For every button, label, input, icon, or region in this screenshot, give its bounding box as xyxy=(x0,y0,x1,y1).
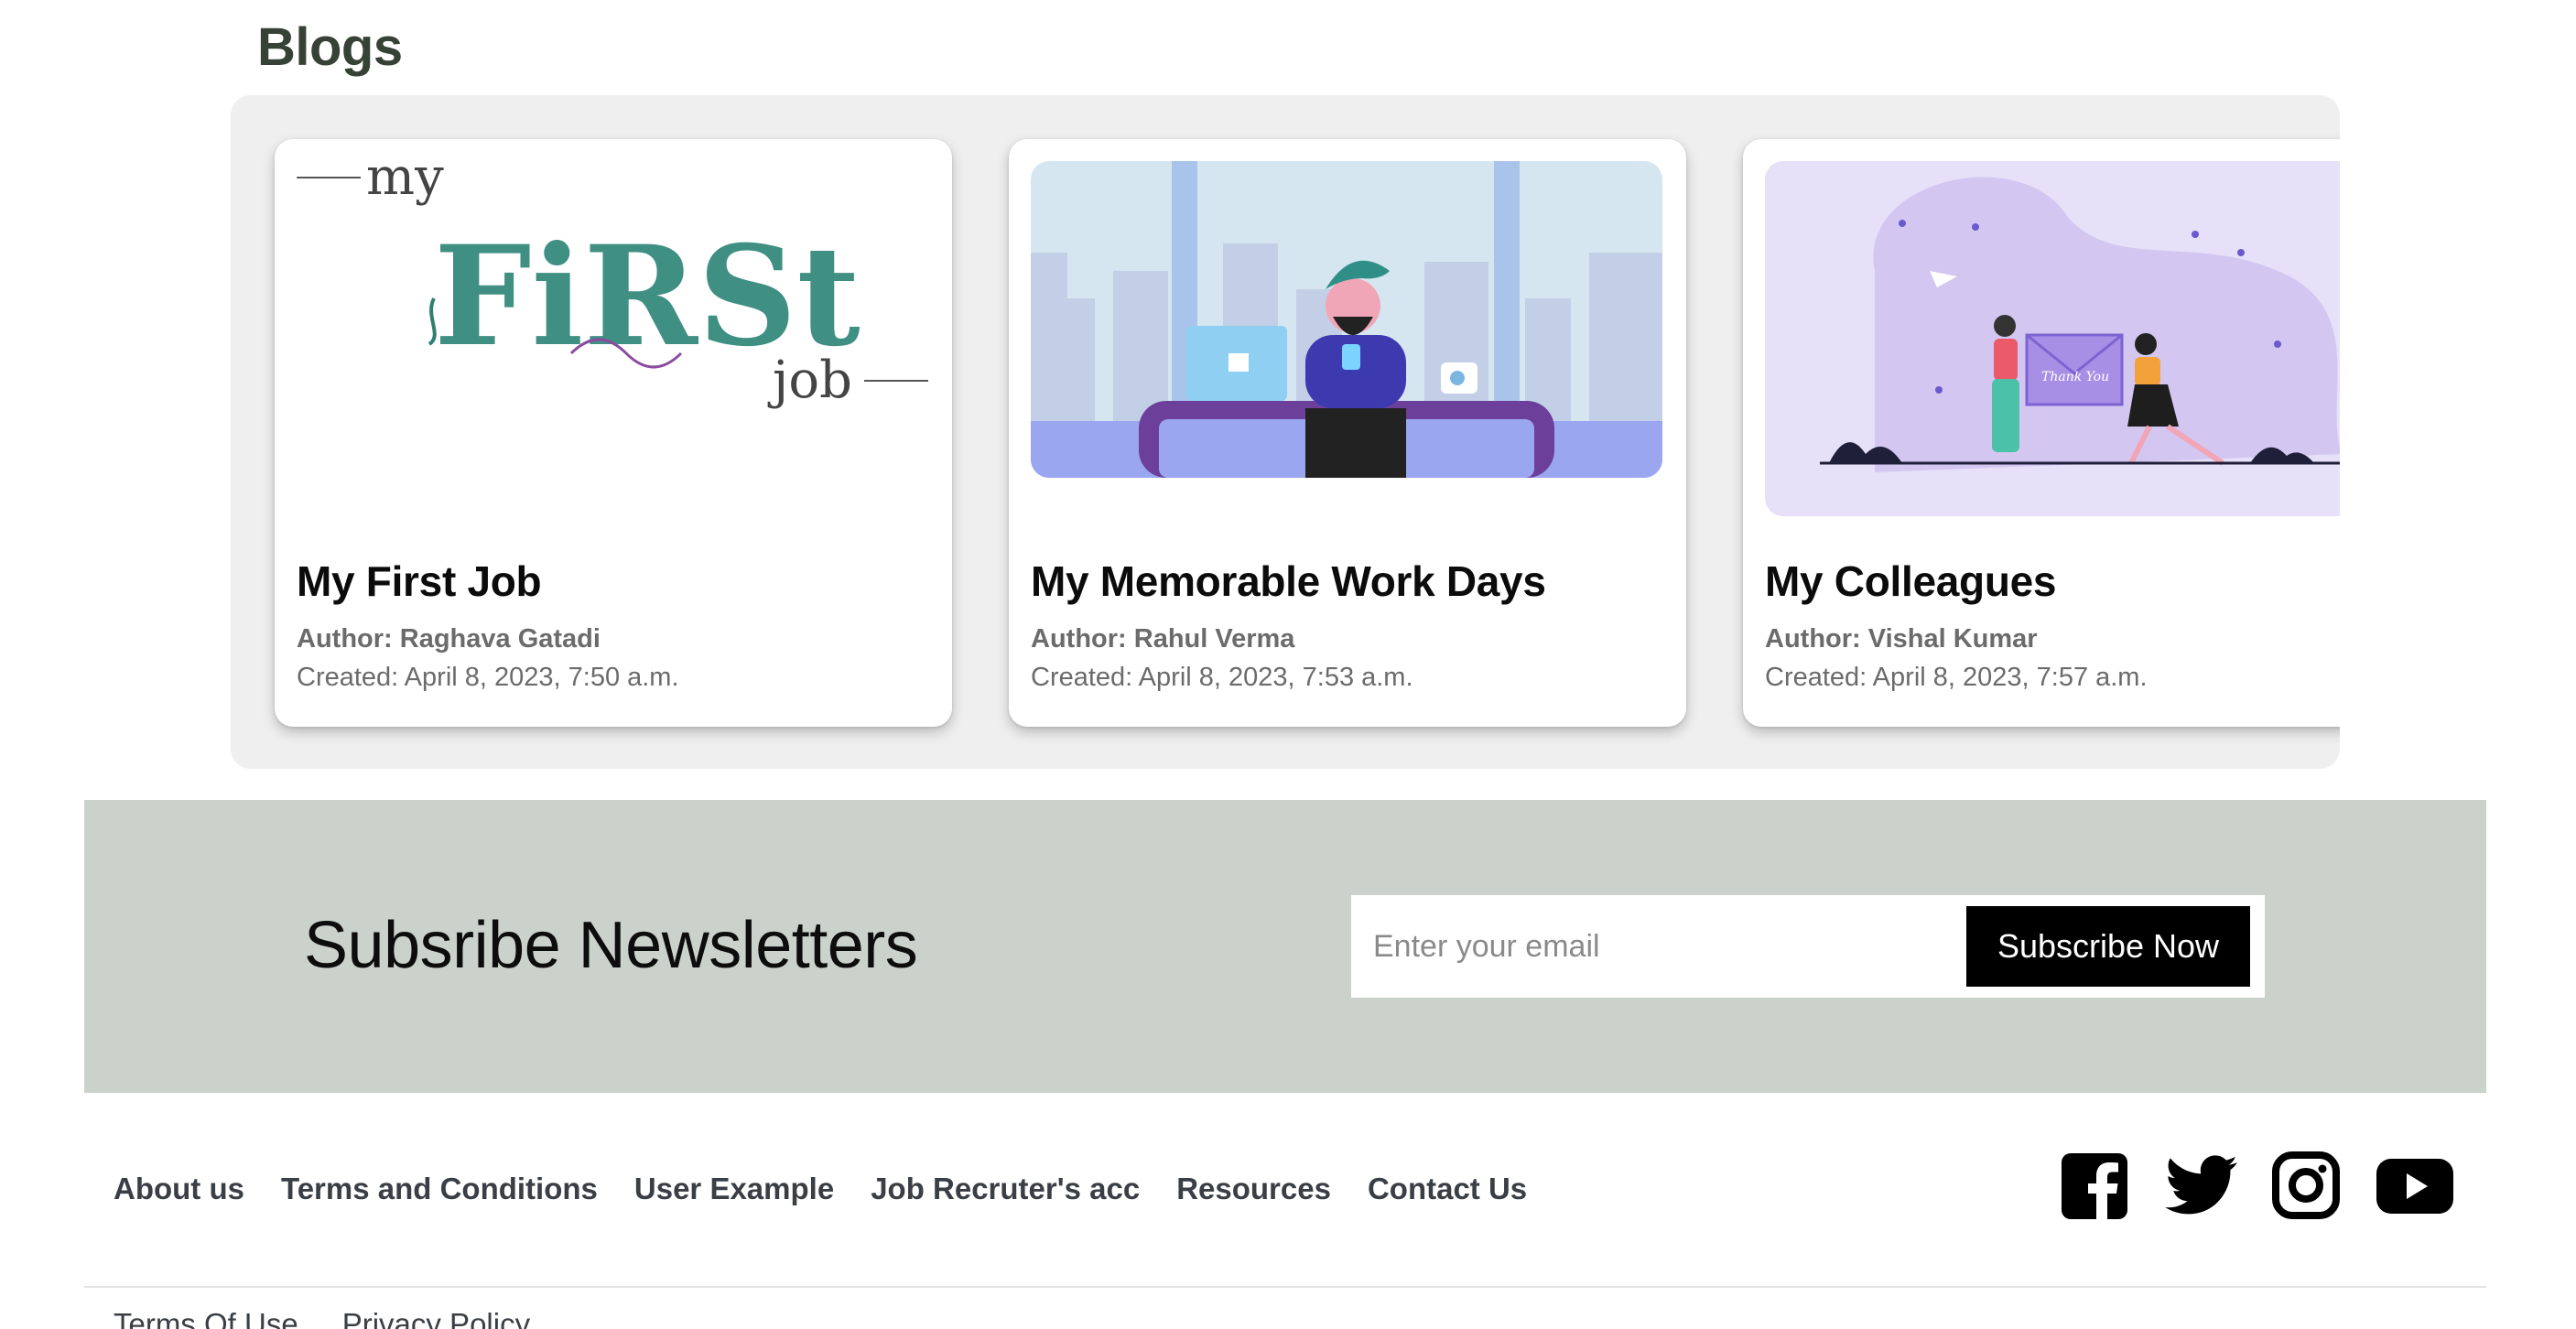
footer-nav: About us Terms and Conditions User Examp… xyxy=(114,1172,1564,1206)
blog-card-title[interactable]: My Colleagues xyxy=(1765,556,2057,606)
svg-text:job: job xyxy=(767,351,852,410)
footer-link-job-recruiters-acc[interactable]: Job Recruter's acc xyxy=(871,1172,1140,1206)
footer-link-terms-and-conditions[interactable]: Terms and Conditions xyxy=(281,1172,598,1206)
footer-link-user-example[interactable]: User Example xyxy=(634,1172,834,1206)
blog-card-image: my FiRSt job xyxy=(297,161,928,487)
author-label: Author: xyxy=(1765,624,1861,654)
newsletter-section: Subsribe Newsletters Subscribe Now xyxy=(84,800,2486,1093)
terms-of-use-link[interactable]: Terms Of Use xyxy=(114,1307,298,1329)
svg-text:Thank You: Thank You xyxy=(2041,370,2109,384)
svg-text:my: my xyxy=(366,161,444,207)
footer-link-about-us[interactable]: About us xyxy=(114,1172,244,1206)
youtube-icon[interactable] xyxy=(2375,1150,2455,1221)
author-label: Author: xyxy=(1031,624,1127,654)
blogs-carousel: my FiRSt job My First Job Author: Raghav… xyxy=(231,95,2340,769)
twitter-icon[interactable] xyxy=(2162,1150,2239,1221)
blog-card-title[interactable]: My Memorable Work Days xyxy=(1031,556,1546,606)
blog-card-title[interactable]: My First Job xyxy=(297,556,542,606)
subscribe-button[interactable]: Subscribe Now xyxy=(1966,906,2250,987)
newsletter-title: Subsribe Newsletters xyxy=(304,909,918,982)
author-name: Vishal Kumar xyxy=(1867,624,2038,654)
author-label: Author: xyxy=(297,624,393,654)
privacy-policy-link[interactable]: Privacy Policy xyxy=(342,1307,530,1329)
blog-card-my-colleagues[interactable]: Thank You My Colleagues Author: Vishal K… xyxy=(1743,139,2340,727)
facebook-icon[interactable] xyxy=(2060,1150,2131,1221)
instagram-icon[interactable] xyxy=(2270,1150,2342,1221)
blog-card-created: Created: April 8, 2023, 7:50 a.m. xyxy=(297,663,679,692)
blog-card-my-first-job[interactable]: my FiRSt job My First Job Author: Raghav… xyxy=(275,139,952,727)
blogs-heading: Blogs xyxy=(257,17,403,77)
author-name: Raghava Gatadi xyxy=(399,624,601,654)
blog-card-author: Author: Vishal Kumar xyxy=(1765,624,2038,654)
author-name: Rahul Verma xyxy=(1133,624,1295,654)
legal-links: Terms Of Use Privacy Policy xyxy=(114,1307,574,1329)
footer-link-contact-us[interactable]: Contact Us xyxy=(1368,1172,1527,1206)
blog-card-author: Author: Rahul Verma xyxy=(1031,624,1294,654)
blog-card-image: Thank You xyxy=(1765,161,2340,516)
blog-card-image xyxy=(1031,161,1662,478)
blog-card-created: Created: April 8, 2023, 7:53 a.m. xyxy=(1031,663,1413,692)
email-input[interactable] xyxy=(1351,895,1955,998)
blog-card-author: Author: Raghava Gatadi xyxy=(297,624,601,654)
footer-divider xyxy=(84,1286,2486,1288)
newsletter-form: Subscribe Now xyxy=(1351,895,2265,998)
blog-card-created: Created: April 8, 2023, 7:57 a.m. xyxy=(1765,663,2148,692)
footer-link-resources[interactable]: Resources xyxy=(1176,1172,1331,1206)
blog-card-memorable-work-days[interactable]: My Memorable Work Days Author: Rahul Ver… xyxy=(1009,139,1686,727)
